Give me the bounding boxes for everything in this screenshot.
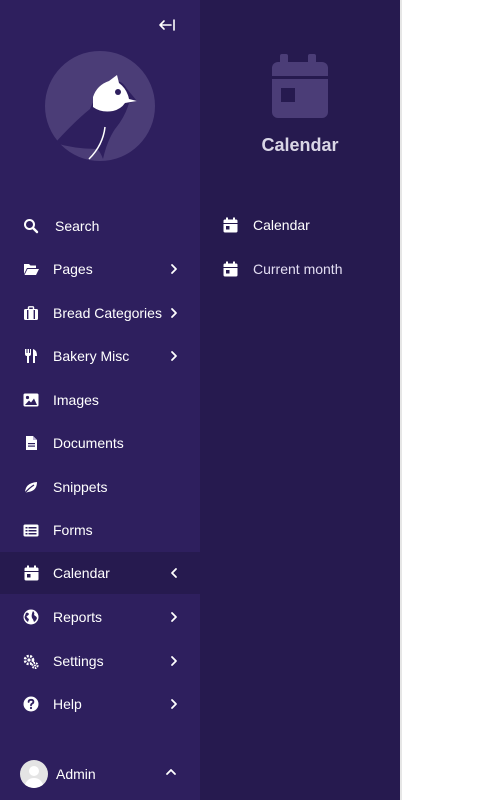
sidebar-item-label: Settings — [53, 653, 104, 669]
panel-divider — [400, 0, 402, 800]
sidebar-item-label: Snippets — [53, 479, 108, 495]
sidebar-item-label: Bread Categories — [53, 305, 162, 321]
submenu-item-label: Calendar — [253, 217, 310, 233]
search-icon — [23, 218, 39, 234]
utensils-icon — [23, 348, 39, 364]
leaf-icon — [23, 479, 39, 495]
sidebar-item-images[interactable]: Images — [0, 379, 200, 421]
sidebar-item-label: Help — [53, 696, 82, 712]
help-icon — [23, 696, 39, 712]
image-icon — [23, 392, 39, 408]
chevron-right-icon — [169, 307, 179, 319]
account-menu[interactable]: Admin — [0, 752, 200, 796]
folder-open-icon — [23, 261, 39, 277]
collapse-sidebar-button[interactable] — [156, 14, 178, 36]
chevron-up-icon — [165, 766, 177, 778]
calendar-icon — [223, 217, 239, 233]
suitcase-icon — [23, 305, 39, 321]
submenu-item-calendar[interactable]: Calendar — [200, 205, 400, 245]
cogs-icon — [23, 653, 39, 669]
sidebar-item-snippets[interactable]: Snippets — [0, 466, 200, 508]
calendar-icon — [223, 261, 239, 277]
sidebar-item-reports[interactable]: Reports — [0, 596, 200, 638]
globe-icon — [23, 609, 39, 625]
sidebar-item-forms[interactable]: Forms — [0, 509, 200, 551]
calendar-icon — [23, 565, 39, 581]
submenu-title: Calendar — [261, 135, 339, 155]
chevron-right-icon — [169, 263, 179, 275]
sidebar-item-bread-categories[interactable]: Bread Categories — [0, 292, 200, 334]
sidebar-item-bakery-misc[interactable]: Bakery Misc — [0, 335, 200, 377]
document-icon — [23, 435, 39, 451]
bird-logo[interactable] — [45, 51, 155, 161]
sidebar-item-label: Images — [53, 392, 99, 408]
sidebar-item-label: Pages — [53, 261, 93, 277]
sidebar-item-label: Forms — [53, 522, 93, 538]
sidebar-item-label: Bakery Misc — [53, 348, 130, 364]
sidebar-item-calendar[interactable]: Calendar — [0, 552, 200, 594]
sidebar-item-label: Reports — [53, 609, 103, 625]
sidebar-item-documents[interactable]: Documents — [0, 422, 200, 464]
chevron-right-icon — [169, 698, 179, 710]
calendar-submenu — [200, 0, 400, 800]
sidebar: Search Pages Bread Categories Bakery Mis… — [0, 0, 200, 800]
collapse-left-icon — [159, 19, 175, 31]
sidebar-item-label: Calendar — [53, 565, 110, 581]
chevron-left-icon — [169, 567, 179, 579]
account-label: Admin — [56, 766, 96, 782]
chevron-right-icon — [169, 655, 179, 667]
list-icon — [23, 522, 39, 538]
sidebar-item-settings[interactable]: Settings — [0, 640, 200, 682]
avatar — [20, 760, 48, 788]
sidebar-item-label: Search — [55, 218, 100, 234]
chevron-right-icon — [169, 350, 179, 362]
calendar-icon — [270, 54, 330, 118]
sidebar-item-help[interactable]: Help — [0, 683, 200, 725]
sidebar-item-pages[interactable]: Pages — [0, 248, 200, 290]
submenu-item-current-month[interactable]: Current month — [200, 249, 400, 289]
submenu-item-label: Current month — [253, 261, 343, 277]
chevron-right-icon — [169, 611, 179, 623]
sidebar-item-search[interactable]: Search — [0, 205, 200, 247]
sidebar-item-label: Documents — [53, 435, 124, 451]
